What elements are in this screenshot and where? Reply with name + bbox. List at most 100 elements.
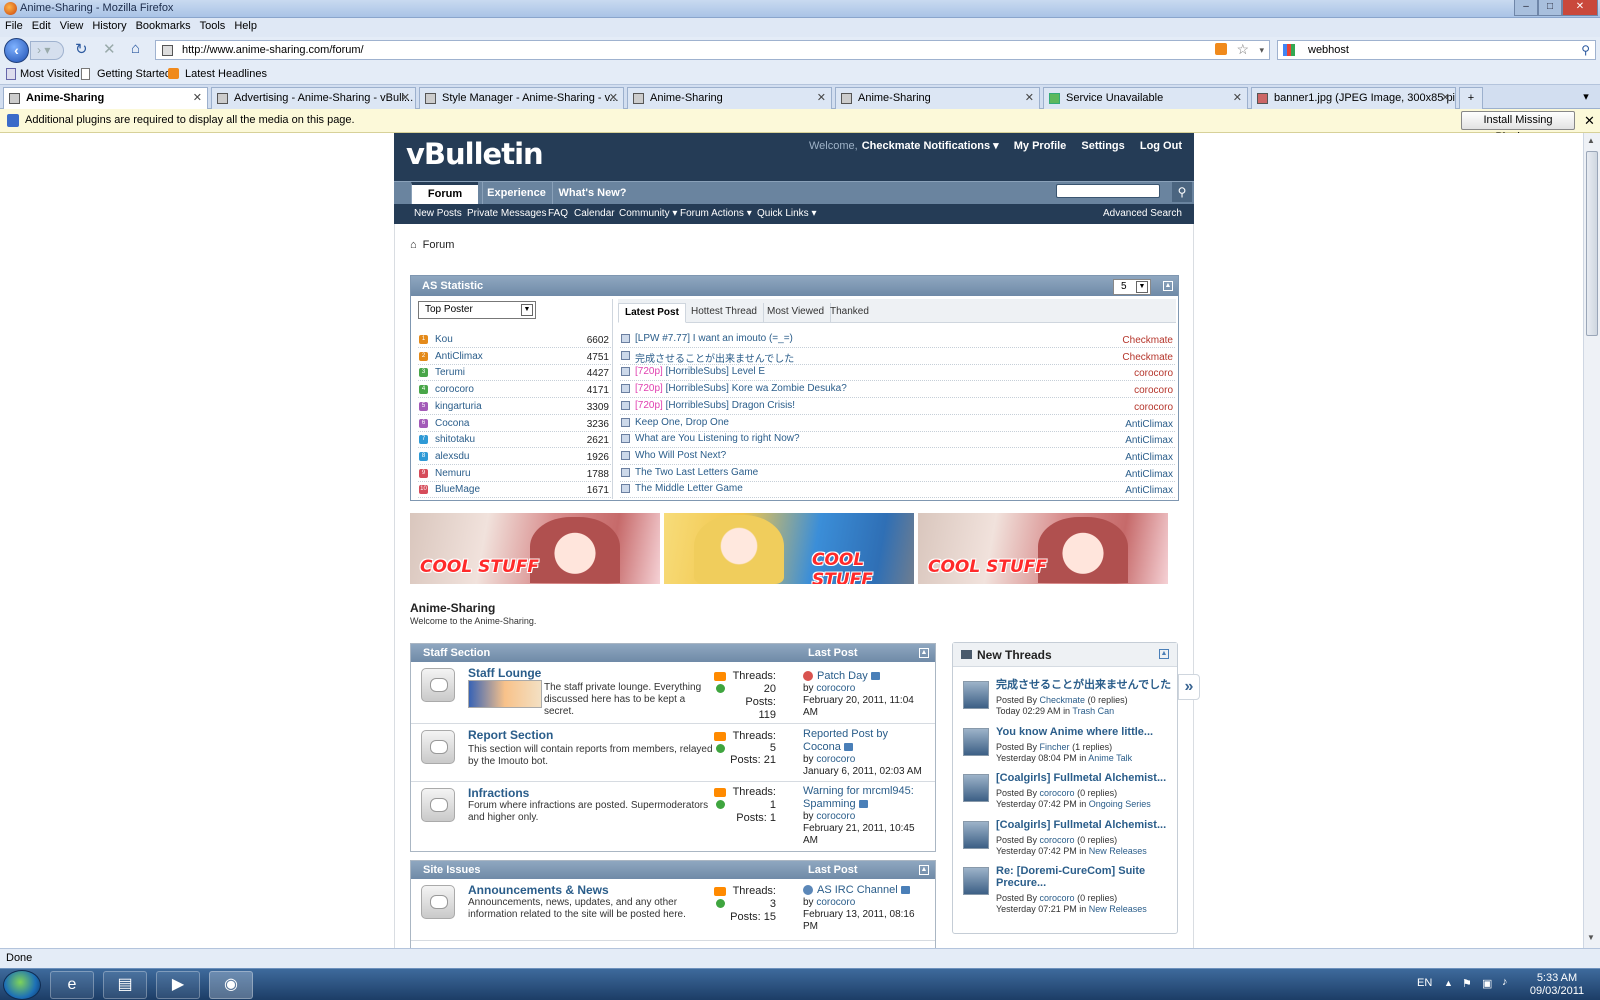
thread-forum-link[interactable]: Ongoing Series — [1089, 799, 1151, 809]
site-search-input[interactable] — [1056, 184, 1160, 198]
tab-close-icon[interactable]: ✕ — [401, 88, 410, 108]
menu-history[interactable]: History — [87, 18, 130, 32]
tab-close-icon[interactable]: ✕ — [817, 88, 826, 108]
start-button[interactable] — [3, 970, 41, 1000]
media-player-icon[interactable]: ▶ — [156, 971, 200, 999]
forum-name-link[interactable]: Report Section — [468, 728, 553, 742]
thread-author-link[interactable]: AntiClimax — [1125, 452, 1173, 463]
cool-stuff-banner[interactable]: COOL STUFF — [664, 513, 914, 584]
thread-avatar[interactable] — [963, 681, 989, 709]
thread-author-link[interactable]: Checkmate — [1122, 335, 1173, 346]
thread-link[interactable]: What are You Listening to right Now? — [635, 433, 800, 444]
logout-link[interactable]: Log Out — [1140, 140, 1182, 152]
search-engine-icon[interactable] — [1283, 44, 1295, 56]
new-thread-title-link[interactable]: [Coalgirls] Fullmetal Alchemist... — [996, 819, 1172, 831]
tab-latest-post[interactable]: Latest Post — [618, 303, 686, 323]
cool-stuff-banner[interactable]: COOL STUFF — [918, 513, 1168, 584]
network-icon[interactable]: ▣ — [1482, 977, 1492, 1000]
top-poster-select[interactable]: Top Poster ▼ — [418, 301, 536, 319]
forum-name-link[interactable]: Infractions — [468, 786, 529, 800]
thread-avatar[interactable] — [963, 820, 989, 849]
search-go-icon[interactable]: ⚲ — [1581, 41, 1590, 59]
thread-link[interactable]: [720p] [HorribleSubs] Level E — [635, 366, 765, 377]
thread-forum-link[interactable]: New Releases — [1089, 904, 1147, 914]
thread-link[interactable]: The Two Last Letters Game — [635, 467, 758, 478]
close-notification-icon[interactable]: ✕ — [1584, 113, 1595, 129]
poster-name-link[interactable]: Cocona — [435, 418, 469, 429]
thread-author-link[interactable]: AntiClimax — [1125, 419, 1173, 430]
tab-style-manager[interactable]: Style Manager - Anime-Sharing - v... ✕ — [419, 87, 624, 109]
tab-anime-sharing-active[interactable]: Anime-Sharing ✕ — [3, 87, 208, 110]
new-thread-title-link[interactable]: [Coalgirls] Fullmetal Alchemist... — [996, 772, 1172, 784]
action-center-icon[interactable]: ⚑ — [1462, 977, 1472, 1000]
tab-banner-image[interactable]: banner1.jpg (JPEG Image, 300x85 pi... ✕ — [1251, 87, 1456, 109]
username-link[interactable]: Checkmate — [862, 140, 921, 152]
collapse-icon[interactable]: ▲ — [919, 648, 929, 658]
subnav-new-posts[interactable]: New Posts — [414, 208, 462, 219]
poster-name-link[interactable]: Terumi — [435, 367, 465, 378]
tab-close-icon[interactable]: ✕ — [1025, 88, 1034, 108]
subnav-community[interactable]: Community ▾ — [619, 208, 677, 219]
poster-name-link[interactable]: kingarturia — [435, 401, 482, 412]
menu-view[interactable]: View — [55, 18, 88, 32]
poster-name-link[interactable]: BlueMage — [435, 484, 480, 495]
thread-avatar[interactable] — [963, 727, 989, 756]
firefox-taskbar-icon[interactable]: ◉ — [209, 971, 253, 999]
advanced-search-link[interactable]: Advanced Search — [1103, 208, 1182, 219]
scrollbar-thumb[interactable] — [1586, 151, 1598, 336]
subnav-quick-links[interactable]: Quick Links ▾ — [757, 208, 816, 219]
thread-link[interactable]: [720p] [HorribleSubs] Dragon Crisis! — [635, 400, 795, 411]
file-explorer-icon[interactable]: ▤ — [103, 971, 147, 999]
new-thread-title-link[interactable]: 完成させることが出来ませんでした — [996, 679, 1172, 691]
stop-icon[interactable]: ✕ — [103, 40, 116, 58]
tab-close-icon[interactable]: ✕ — [609, 88, 618, 108]
tab-whats-new[interactable]: What's New? — [552, 182, 632, 205]
poster-name-link[interactable]: AntiClimax — [435, 351, 483, 362]
menu-bookmarks[interactable]: Bookmarks — [131, 18, 195, 32]
reload-icon[interactable]: ↻ — [75, 40, 88, 58]
thread-link[interactable]: [720p] [HorribleSubs] Kore wa Zombie Des… — [635, 383, 847, 394]
scroll-down-icon[interactable]: ▼ — [1587, 933, 1595, 942]
tab-anime-sharing-3[interactable]: Anime-Sharing ✕ — [835, 87, 1040, 109]
bookmark-star-icon[interactable]: ☆ — [1236, 40, 1249, 58]
thread-forum-link[interactable]: New Releases — [1089, 846, 1147, 856]
menu-file[interactable]: File — [0, 18, 27, 32]
tab-close-icon[interactable]: ✕ — [193, 88, 202, 108]
language-indicator[interactable]: EN — [1417, 977, 1432, 1000]
site-search-button[interactable]: ⚲ — [1172, 182, 1192, 202]
tab-close-icon[interactable]: ✕ — [1233, 88, 1242, 108]
tab-close-icon[interactable]: ✕ — [1441, 88, 1450, 108]
subnav-faq[interactable]: FAQ — [548, 208, 568, 219]
notifications-link[interactable]: Notifications ▾ — [923, 140, 998, 152]
thread-author-link[interactable]: corocoro — [1134, 402, 1173, 413]
tab-service-unavailable[interactable]: Service Unavailable ✕ — [1043, 87, 1248, 109]
thread-link[interactable]: Who Will Post Next? — [635, 450, 726, 461]
minimize-button[interactable]: – — [1514, 0, 1538, 16]
new-tab-button[interactable]: + — [1459, 87, 1483, 109]
rss-feed-icon[interactable] — [1215, 43, 1227, 55]
thread-avatar[interactable] — [963, 867, 989, 895]
scroll-up-icon[interactable]: ▲ — [1587, 136, 1595, 145]
thread-author-link[interactable]: Checkmate — [1040, 695, 1086, 705]
bookmark-getting-started[interactable]: Getting Started — [97, 68, 171, 80]
thread-author-link[interactable]: corocoro — [1134, 385, 1173, 396]
poster-name-link[interactable]: Kou — [435, 334, 453, 345]
thread-author-link[interactable]: AntiClimax — [1125, 469, 1173, 480]
thread-link[interactable]: [LPW #7.77] I want an imouto (=_=) — [635, 333, 793, 344]
last-post-user[interactable]: corocoro — [816, 897, 855, 908]
vertical-scrollbar[interactable]: ▲ ▼ — [1583, 133, 1600, 948]
show-hidden-icons[interactable]: ▲ — [1444, 978, 1453, 1000]
new-thread-title-link[interactable]: You know Anime where little... — [996, 726, 1172, 738]
subnav-calendar[interactable]: Calendar — [574, 208, 615, 219]
thread-link[interactable]: The Middle Letter Game — [635, 483, 743, 494]
tab-experience[interactable]: Experience — [482, 182, 550, 205]
last-post-user[interactable]: corocoro — [816, 754, 855, 765]
thread-author-link[interactable]: corocoro — [1040, 835, 1075, 845]
poster-name-link[interactable]: corocoro — [435, 384, 474, 395]
menu-help[interactable]: Help — [229, 18, 261, 32]
settings-link[interactable]: Settings — [1081, 140, 1124, 152]
thread-forum-link[interactable]: Trash Can — [1072, 706, 1114, 716]
internet-explorer-icon[interactable]: e — [50, 971, 94, 999]
thread-link[interactable]: 完成させることが出来ませんでした — [635, 350, 794, 365]
tab-list-icon[interactable]: ▾ — [1575, 87, 1597, 109]
